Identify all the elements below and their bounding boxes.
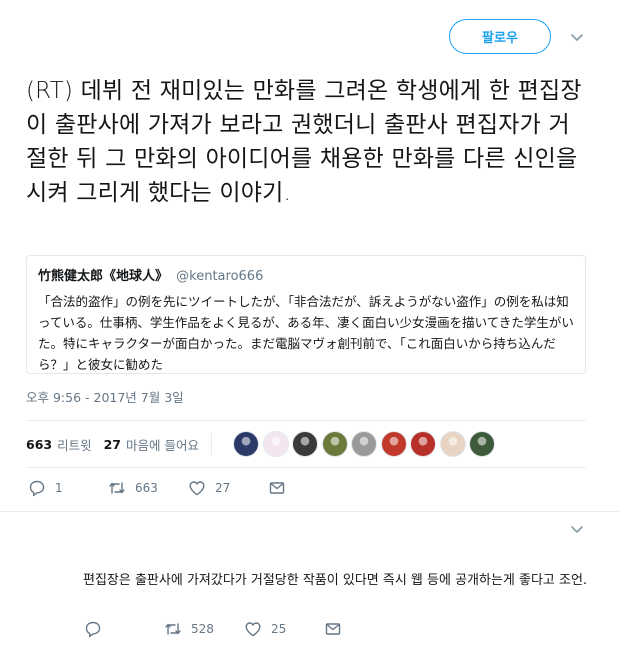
reply-actions: 528 25 xyxy=(84,620,354,640)
divider xyxy=(26,420,586,421)
divider xyxy=(0,511,619,512)
liker-avatar[interactable] xyxy=(351,431,377,457)
retweet-label[interactable]: 리트윗 xyxy=(57,435,92,454)
reply-retweet-count: 528 xyxy=(191,622,214,636)
like-action-count: 27 xyxy=(215,481,231,495)
follow-button[interactable]: 팔로우 xyxy=(449,19,551,54)
reply-tweet-text: 편집장은 출판사에 가져갔다가 거절당한 작품이 있다면 즉시 웹 등에 공개하… xyxy=(83,573,588,588)
reply-icon xyxy=(85,621,101,638)
tweet-text: (RT) 데뷔 전 재미있는 만화를 그려온 학생에게 한 편집장이 출판사에 … xyxy=(26,78,582,206)
retweet-action-count: 663 xyxy=(135,481,158,495)
liker-avatar[interactable] xyxy=(469,431,495,457)
reply-direct-message-action[interactable] xyxy=(324,620,342,638)
tweet-actions: 1 663 27 xyxy=(28,479,298,499)
heart-icon xyxy=(189,481,205,496)
quoted-tweet-text: 「合法的盗作」の例を先にツイートしたが、「非合法だが、訴えようがない盗作」の例を… xyxy=(38,294,574,372)
liker-avatar[interactable] xyxy=(321,431,348,457)
liker-avatars xyxy=(233,431,499,457)
envelope-icon xyxy=(269,482,285,494)
quoted-author-name: 竹熊健太郎《地球人》 xyxy=(38,269,169,284)
liker-avatar[interactable] xyxy=(410,431,436,457)
like-action[interactable]: 27 xyxy=(188,479,230,497)
stats-separator xyxy=(211,433,212,455)
retweet-icon xyxy=(109,482,125,494)
tweet-menu-chevron-down-icon[interactable] xyxy=(570,30,584,44)
reply-count: 1 xyxy=(55,481,63,495)
tweet-timestamp[interactable]: 오후 9:56 - 2017년 7월 3일 xyxy=(26,387,184,406)
direct-message-action[interactable] xyxy=(268,479,286,497)
liker-avatar[interactable] xyxy=(439,431,466,457)
reply-like-count: 25 xyxy=(271,622,287,636)
divider xyxy=(26,467,586,468)
tweet-stats: 663 리트윗 27 마음에 들어요 xyxy=(26,433,212,455)
liker-avatar[interactable] xyxy=(380,431,407,457)
liker-avatar[interactable] xyxy=(262,431,289,457)
liker-avatar[interactable] xyxy=(292,431,318,457)
quoted-author-handle: @kentaro666 xyxy=(176,269,264,284)
reply-like-action[interactable]: 25 xyxy=(244,620,286,638)
like-label[interactable]: 마음에 들어요 xyxy=(126,435,199,454)
liker-avatar[interactable] xyxy=(233,431,259,457)
heart-icon xyxy=(245,622,261,637)
retweet-icon xyxy=(165,623,181,635)
reply-retweet-action[interactable]: 528 xyxy=(164,620,214,638)
reply-reply-action[interactable] xyxy=(84,620,102,638)
quoted-tweet-header: 竹熊健太郎《地球人》 @kentaro666 xyxy=(38,268,574,285)
reply-menu-chevron-down-icon[interactable] xyxy=(570,522,584,536)
retweet-count[interactable]: 663 xyxy=(26,437,52,452)
retweet-action[interactable]: 663 xyxy=(108,479,158,497)
quoted-tweet-card[interactable]: 竹熊健太郎《地球人》 @kentaro666 「合法的盗作」の例を先にツイートし… xyxy=(26,255,586,374)
reply-action[interactable]: 1 xyxy=(28,479,63,497)
envelope-icon xyxy=(325,623,341,635)
reply-icon xyxy=(29,480,45,497)
like-count[interactable]: 27 xyxy=(104,437,121,452)
